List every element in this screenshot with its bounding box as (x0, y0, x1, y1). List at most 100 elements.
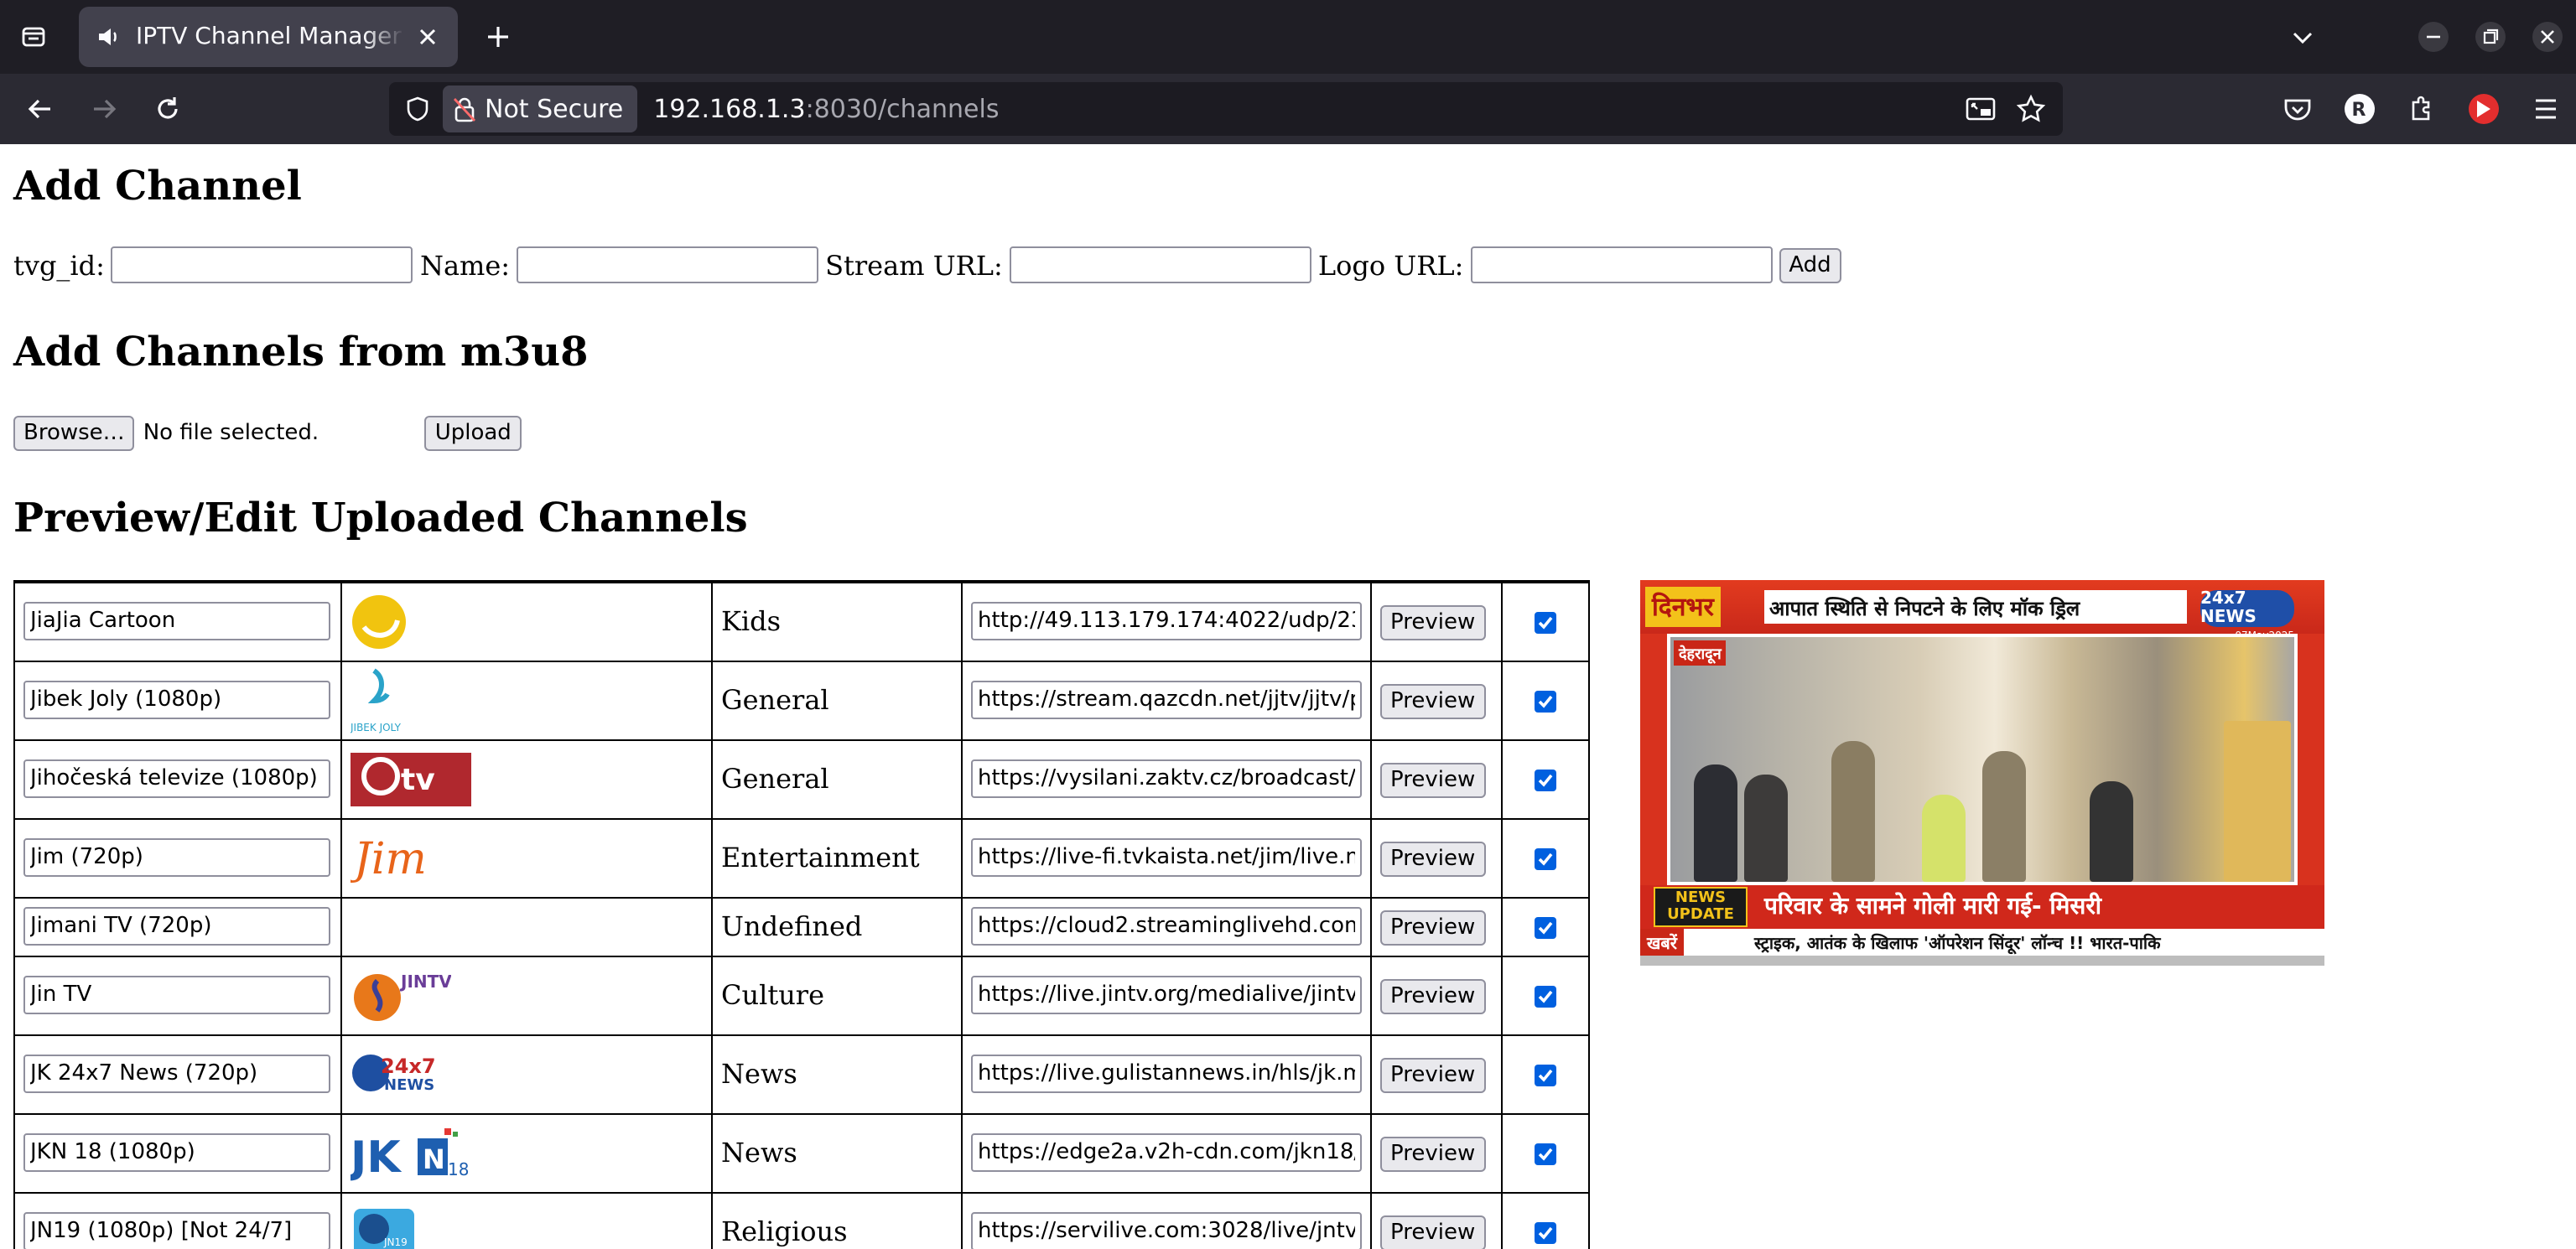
address-bar[interactable]: Not Secure 192.168.1.3:8030/channels (389, 82, 2063, 136)
close-window-icon[interactable] (2519, 0, 2576, 74)
channel-logo: JN19 (351, 1205, 703, 1249)
stream-url-input[interactable] (1009, 246, 1311, 283)
tracking-protection-icon[interactable] (392, 82, 443, 136)
url-text[interactable]: 192.168.1.3:8030/channels (653, 94, 999, 124)
channel-name-input[interactable] (23, 907, 330, 946)
back-icon[interactable] (10, 79, 70, 139)
channel-url-input[interactable] (971, 838, 1362, 877)
name-cell (13, 580, 342, 661)
m3u-heading: Add Channels from m3u8 (13, 327, 589, 376)
minimize-icon[interactable] (2405, 0, 2462, 74)
preview-button[interactable]: Preview (1380, 910, 1486, 945)
svg-text:18: 18 (448, 1158, 469, 1179)
add-button[interactable]: Add (1779, 247, 1841, 282)
logo-cell: 24x7 NEWS (340, 1034, 713, 1114)
svg-text:NEWS: NEWS (384, 1075, 434, 1093)
preview-cell: Preview (1370, 956, 1503, 1035)
logo-url-input[interactable] (1470, 246, 1773, 283)
channel-name-input[interactable] (23, 838, 330, 877)
category-cell: Kids (711, 580, 963, 661)
preview-button[interactable]: Preview (1380, 841, 1486, 876)
channel-name-input[interactable] (23, 602, 330, 641)
speaker-icon[interactable] (96, 23, 122, 50)
category-cell: Culture (711, 956, 963, 1035)
include-checkbox[interactable] (1535, 917, 1556, 939)
browse-button[interactable]: Browse… (13, 416, 135, 451)
checkmark-icon (1538, 695, 1553, 708)
preview-button[interactable]: Preview (1380, 604, 1486, 640)
include-checkbox[interactable] (1535, 1065, 1556, 1086)
picture-in-picture-icon[interactable] (1955, 82, 2006, 136)
preview-button[interactable]: Preview (1380, 1057, 1486, 1092)
channel-url-input[interactable] (971, 1055, 1362, 1093)
chevron-down-icon[interactable] (2274, 0, 2331, 74)
category-cell: News (711, 1113, 963, 1193)
pocket-icon[interactable] (2266, 74, 2328, 144)
svg-text:JK: JK (351, 1132, 402, 1181)
include-checkbox[interactable] (1535, 986, 1556, 1008)
channel-url-input[interactable] (971, 907, 1362, 946)
include-checkbox[interactable] (1535, 1222, 1556, 1244)
upload-button[interactable]: Upload (424, 416, 522, 451)
url-host: 192.168.1.3 (653, 94, 806, 124)
bookmark-star-icon[interactable] (2006, 82, 2056, 136)
url-cell (961, 956, 1372, 1035)
channel-url-input[interactable] (971, 759, 1362, 798)
video-ticker-text: स्ट्राइक, आतंक के खिलाफ 'ऑपरेशन सिंदूर' … (1754, 935, 2161, 954)
name-cell (13, 818, 342, 898)
logo-cell: JINTV (340, 956, 713, 1035)
preview-button[interactable]: Preview (1380, 978, 1486, 1013)
video-figure (1982, 751, 2026, 882)
channel-name-input[interactable] (23, 759, 330, 798)
include-checkbox[interactable] (1535, 691, 1556, 713)
include-checkbox[interactable] (1535, 770, 1556, 791)
channel-name-input[interactable] (23, 1133, 330, 1172)
new-tab-icon[interactable] (471, 10, 525, 64)
url-cell (961, 580, 1372, 661)
firefox-view-icon[interactable] (0, 0, 67, 74)
url-path: :8030/channels (805, 94, 1000, 124)
channel-url-input[interactable] (971, 976, 1362, 1014)
channel-name-input[interactable] (23, 681, 330, 719)
preview-button[interactable]: Preview (1380, 683, 1486, 718)
url-cell (961, 818, 1372, 898)
extensions-icon[interactable] (2390, 74, 2452, 144)
preview-button[interactable]: Preview (1380, 1136, 1486, 1171)
table-row: Jim Entertainment Preview (13, 818, 1590, 898)
logo-cell: JIBEK JOLY (340, 661, 713, 740)
channel-logo (351, 593, 703, 650)
name-label: Name: (419, 249, 511, 281)
close-tab-icon[interactable] (414, 23, 441, 50)
channel-name-input[interactable] (23, 976, 330, 1014)
video-news-update: NEWS UPDATE (1654, 887, 1748, 927)
upload-form: Browse… No file selected. Upload (13, 416, 522, 451)
reload-icon[interactable] (138, 79, 198, 139)
include-checkbox[interactable] (1535, 848, 1556, 870)
video-preview[interactable]: दिनभर आपात स्थिति से निपटने के लिए मॉक ड… (1640, 580, 2324, 966)
channel-url-input[interactable] (971, 681, 1362, 719)
active-tab[interactable]: IPTV Channel Manager (F (79, 7, 458, 67)
preview-button[interactable]: Preview (1380, 762, 1486, 797)
not-secure-badge[interactable]: Not Secure (443, 86, 637, 132)
profile-avatar[interactable]: R (2328, 74, 2390, 144)
checkmark-icon (1538, 617, 1553, 630)
logo-url-label: Logo URL: (1317, 249, 1464, 281)
channel-name-input[interactable] (23, 1055, 330, 1093)
forward-icon[interactable] (74, 79, 134, 139)
checkbox-cell (1501, 818, 1590, 898)
restore-icon[interactable] (2462, 0, 2519, 74)
channel-url-input[interactable] (971, 602, 1362, 641)
video-progress-strip (1640, 956, 2324, 966)
include-checkbox[interactable] (1535, 1143, 1556, 1165)
tvg-id-input[interactable] (111, 246, 413, 283)
menu-icon[interactable] (2514, 74, 2576, 144)
preview-button[interactable]: Preview (1380, 1215, 1486, 1249)
name-input[interactable] (517, 246, 819, 283)
checkbox-cell (1501, 739, 1590, 819)
channel-name-input[interactable] (23, 1212, 330, 1249)
channel-url-input[interactable] (971, 1212, 1362, 1249)
extension-play-icon[interactable] (2452, 74, 2514, 144)
url-cell (961, 1113, 1372, 1193)
channel-url-input[interactable] (971, 1133, 1362, 1172)
include-checkbox[interactable] (1535, 612, 1556, 635)
